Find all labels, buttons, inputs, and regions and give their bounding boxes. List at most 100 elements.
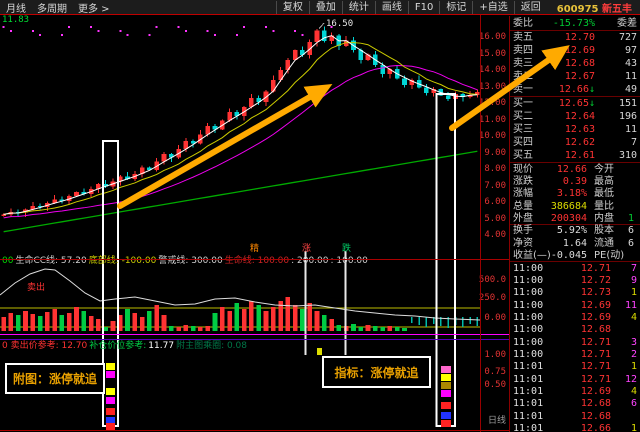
signal-block (441, 382, 451, 389)
indicator-bar (270, 307, 276, 331)
toolbar-button-7[interactable]: 返回 (513, 0, 547, 14)
indicator-bar (387, 326, 393, 331)
toolbar-button-4[interactable]: F10 (407, 0, 439, 14)
ask-row-卖一[interactable]: 卖一 12.66↓ 49 (510, 83, 640, 96)
ask-volume: 43 (624, 58, 637, 69)
indicator-bar (168, 326, 174, 331)
ask-row-卖五[interactable]: 卖五 12.70 727 (510, 31, 640, 44)
tick-volume: 1 (630, 423, 637, 432)
tick-row-6[interactable]: 11:00 12.71 3 (510, 336, 640, 348)
tick-time: 11:00 (513, 299, 544, 311)
indicator-bar (103, 327, 108, 331)
tick-volume: 3 (630, 336, 637, 348)
tick-row-7[interactable]: 11:00 12.71 2 (510, 348, 640, 360)
info-label-2: 量比 (594, 200, 614, 212)
tick-row-0[interactable]: 11:00 12.71 7 (510, 262, 640, 274)
peak-price-label: 16.50 (326, 19, 353, 29)
axis-label: 6.00 (484, 197, 506, 207)
signal-block (106, 417, 115, 424)
signal-block (106, 371, 115, 378)
tick-volume: 4 (630, 311, 637, 323)
bid-volume: 310 (618, 150, 637, 161)
bid-row-买五[interactable]: 买五 12.61 310 (510, 149, 640, 162)
tick-row-5[interactable]: 11:00 12.68 (510, 324, 640, 336)
bid-price: 12.62 (564, 137, 595, 148)
stock-app-window: 月线 多周期 更多 > 复权 叠加 统计 画线 F10 标记 +自选 返回 600975 新五丰 … (0, 0, 640, 432)
info-label-2: PE(动) (594, 249, 625, 261)
indicator-bar (1, 317, 6, 331)
axis-label: 500.0 (478, 275, 506, 285)
info-value: 5.92% (556, 225, 587, 237)
tick-row-13[interactable]: 11:01 12.66 1 (510, 422, 640, 432)
info-value-2: 1 (628, 212, 635, 224)
tick-row-11[interactable]: 11:01 12.68 6 (510, 398, 640, 410)
toolbar-period-1[interactable]: 多周期 (37, 0, 67, 15)
indicator-bar (205, 326, 211, 331)
info-label: 外盘 (513, 212, 533, 224)
toolbar-button-1[interactable]: 叠加 (308, 0, 342, 14)
tick-volume: 4 (630, 385, 637, 397)
ask-price: 12.66↓ (558, 84, 595, 95)
toolbar-period-2[interactable]: 更多 > (78, 0, 110, 15)
candle-body (322, 30, 327, 42)
ask-label: 卖四 (513, 45, 533, 56)
tick-row-1[interactable]: 11:00 12.72 9 (510, 274, 640, 286)
ask-row-卖四[interactable]: 卖四 12.69 97 (510, 44, 640, 57)
candle-body (402, 78, 407, 85)
mini-label: 精 (250, 244, 260, 254)
ask-row-卖二[interactable]: 卖二 12.67 11 (510, 70, 640, 83)
signal-block (106, 363, 115, 370)
axis-label: 7.00 (484, 180, 506, 191)
period-tab[interactable]: 日线 (488, 417, 506, 426)
bid-row-买一[interactable]: 买一 12.65↓ 151 (510, 97, 640, 110)
signal-block (106, 408, 115, 415)
tick-row-8[interactable]: 11:01 12.71 1 (510, 361, 640, 373)
indicator-param: 附主图乘圈: 0.08 (176, 341, 247, 351)
indicator-bar (74, 307, 79, 331)
tick-row-3[interactable]: 11:00 12.69 11 (510, 299, 640, 311)
toolbar-button-3[interactable]: 画线 (374, 0, 408, 14)
tick-row-4[interactable]: 11:00 12.69 4 (510, 311, 640, 323)
candle-body (380, 65, 385, 75)
indicator-bar (132, 313, 138, 331)
bid-row-买四[interactable]: 买四 12.62 7 (510, 136, 640, 149)
tick-volume: 9 (630, 274, 637, 286)
ask-row-卖三[interactable]: 卖三 12.68 43 (510, 57, 640, 70)
tick-row-12[interactable]: 11:01 12.68 (510, 410, 640, 422)
toolbar-button-0[interactable]: 复权 (275, 0, 309, 14)
tick-row-9[interactable]: 11:01 12.71 12 (510, 373, 640, 385)
toolbar-button-5[interactable]: 标记 (439, 0, 472, 14)
info-value: 1.64 (562, 237, 587, 249)
first-indicator-value: 11.83 (2, 15, 30, 25)
annotation-box-left: 附图：涨停就追 (5, 363, 105, 394)
bid-row-买三[interactable]: 买三 12.63 11 (510, 123, 640, 136)
ask-price: 12.70 (564, 32, 595, 43)
tick-time: 11:00 (513, 262, 544, 274)
toolbar-button-6[interactable]: +自选 (472, 0, 513, 14)
indicator-bar (190, 326, 196, 331)
indicator-bar (110, 321, 116, 331)
indicator-bar (351, 324, 356, 331)
sell-signal-marker: 卖出 (27, 283, 46, 293)
info-row-0: 现价 12.66 今开 (510, 163, 640, 175)
ask-price: 12.68 (564, 58, 595, 69)
tick-volume: 2 (630, 348, 637, 360)
indicator-tick (418, 317, 420, 325)
indicator-bar (96, 319, 101, 331)
indicator-bar (307, 303, 313, 331)
tick-row-10[interactable]: 11:01 12.69 4 (510, 385, 640, 397)
tick-time: 11:01 (513, 373, 544, 385)
ask-volume: 11 (624, 71, 637, 82)
ask-volume: 97 (624, 45, 637, 56)
tick-row-2[interactable]: 11:00 12.73 1 (510, 287, 640, 299)
indicator-bar (154, 305, 159, 331)
indicator-param: 0 卖出价参考: 12.70 (2, 341, 88, 351)
ma-line (3, 35, 478, 215)
info-row-2: 涨幅 3.18% 最低 (510, 188, 640, 200)
bid-row-买二[interactable]: 买二 12.64 196 (510, 110, 640, 123)
indicator-bar (45, 312, 50, 331)
indicator-bar (402, 328, 407, 331)
info-label: 换手 (513, 225, 533, 237)
toolbar-button-2[interactable]: 统计 (341, 0, 375, 14)
toolbar-period-0[interactable]: 月线 (6, 0, 26, 15)
